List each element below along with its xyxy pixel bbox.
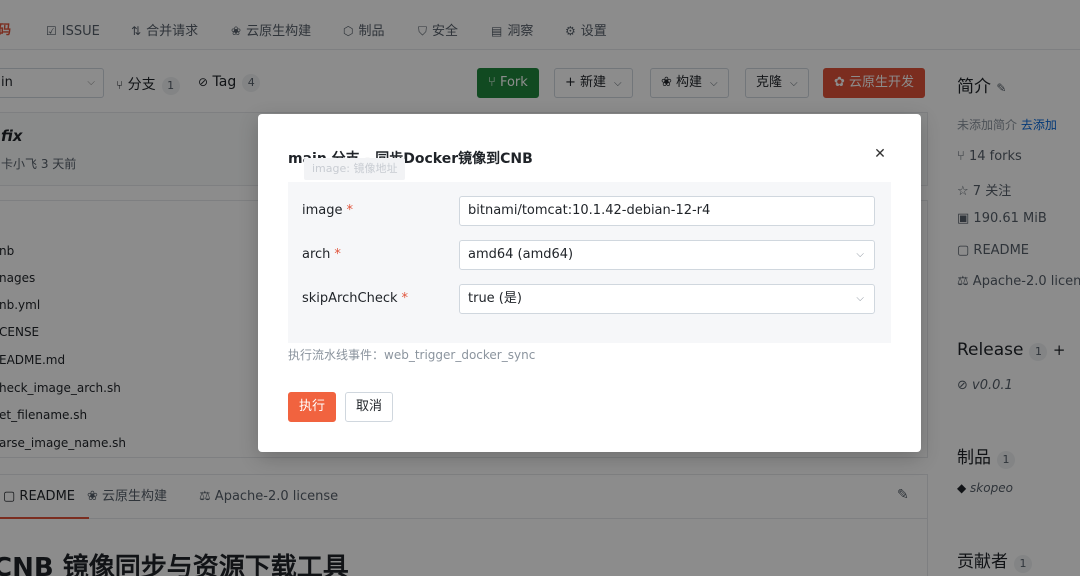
trigger-pipeline-dialog: main 分支 - 同步Docker镜像到CNB ✕ image: 镜像地址 i… bbox=[258, 114, 921, 452]
arch-label-text: arch bbox=[302, 247, 331, 262]
skiparchcheck-select-value: true (是) bbox=[468, 291, 522, 306]
field-tooltip: image: 镜像地址 bbox=[304, 158, 406, 180]
required-mark: * bbox=[334, 247, 341, 262]
form-row-arch: arch * amd64 (amd64) ⌵ bbox=[288, 240, 891, 270]
arch-field-label: arch * bbox=[302, 247, 341, 262]
form-row-skiparchcheck: skipArchCheck * true (是) ⌵ bbox=[288, 284, 891, 314]
execute-button[interactable]: 执行 bbox=[288, 392, 337, 422]
required-mark: * bbox=[401, 291, 409, 306]
chevron-down-icon: ⌵ bbox=[856, 293, 864, 304]
cancel-button[interactable]: 取消 bbox=[345, 392, 394, 422]
arch-select-value: amd64 (amd64) bbox=[468, 247, 574, 262]
image-field-label: image * bbox=[302, 203, 353, 218]
skiparchcheck-field-label: skipArchCheck * bbox=[302, 291, 408, 306]
pipeline-event-text: 执行流水线事件：web_trigger_docker_sync bbox=[288, 348, 536, 362]
image-input[interactable]: bitnami/tomcat:10.1.42-debian-12-r4 bbox=[459, 196, 875, 226]
form-row-image: image * bitnami/tomcat:10.1.42-debian-12-… bbox=[288, 196, 891, 226]
image-label-text: image bbox=[302, 203, 343, 218]
skiparchcheck-select[interactable]: true (是) ⌵ bbox=[459, 284, 875, 314]
params-form: image * bitnami/tomcat:10.1.42-debian-12-… bbox=[288, 182, 891, 343]
chevron-down-icon: ⌵ bbox=[856, 249, 864, 260]
required-mark: * bbox=[346, 203, 354, 218]
skiparchcheck-label-text: skipArchCheck bbox=[302, 291, 398, 306]
arch-select[interactable]: amd64 (amd64) ⌵ bbox=[459, 240, 875, 270]
close-icon[interactable]: ✕ bbox=[872, 146, 888, 162]
